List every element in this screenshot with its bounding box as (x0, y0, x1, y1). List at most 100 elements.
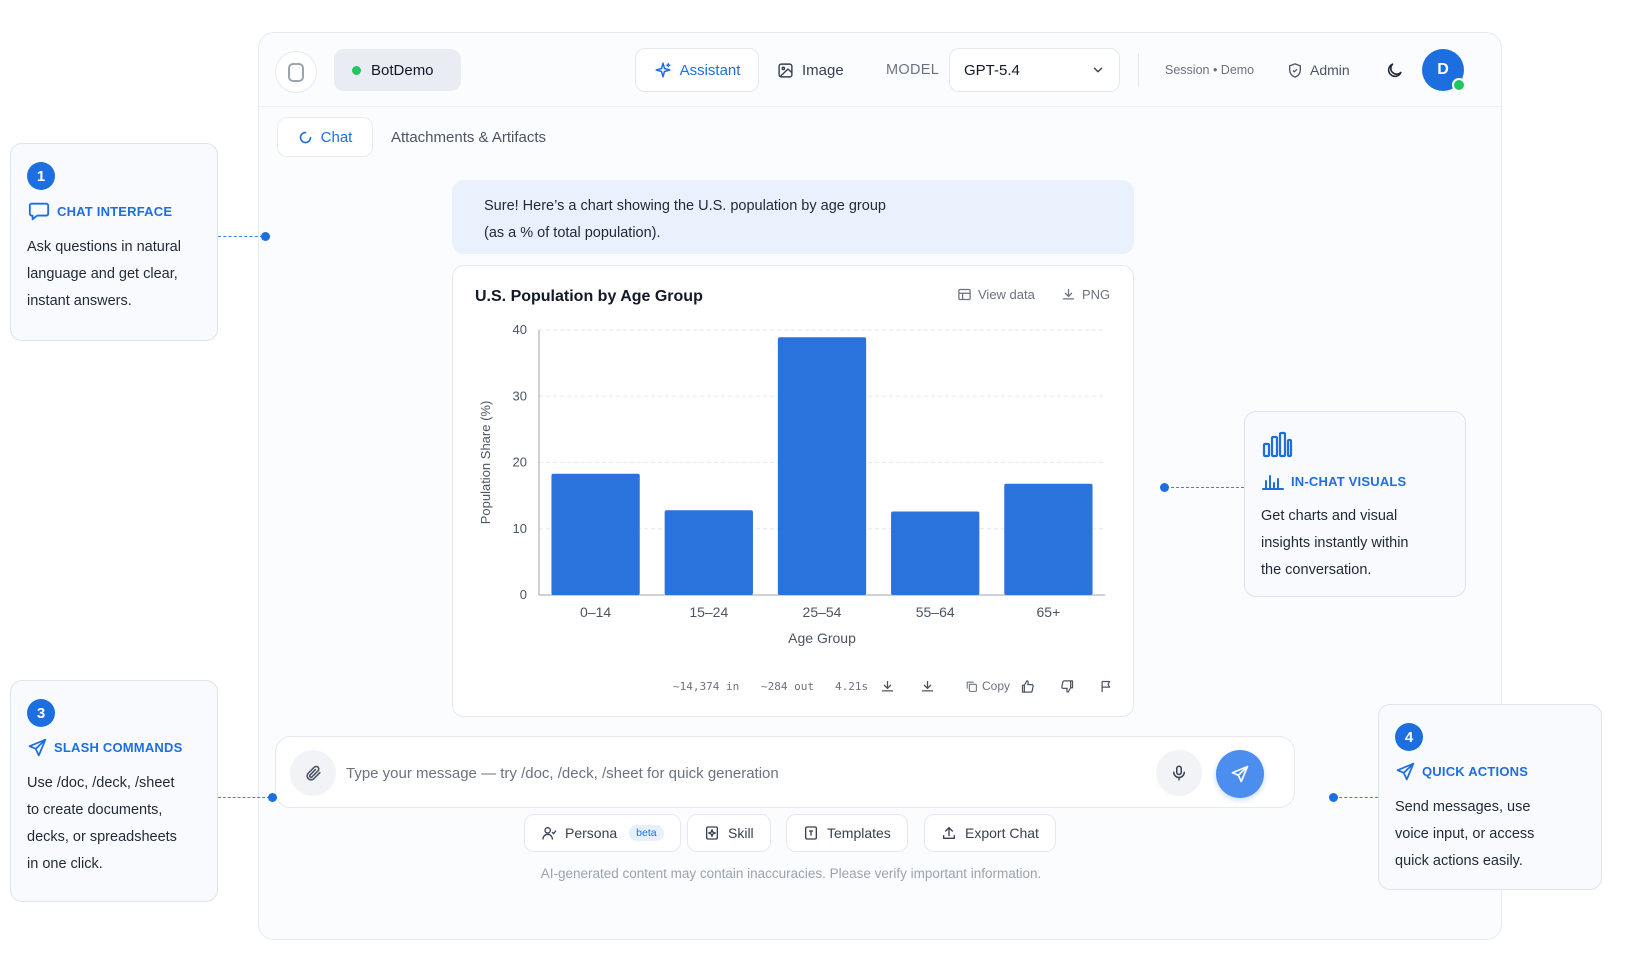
callout-title-text: SLASH COMMANDS (54, 740, 183, 755)
copy-icon (966, 681, 977, 692)
download-response-button[interactable] (877, 676, 897, 696)
download-icon (1062, 288, 1075, 299)
image-icon (778, 62, 793, 78)
callout-in-chat-visuals: IN-CHAT VISUALS Get charts and visual in… (1244, 411, 1466, 597)
copy-button[interactable]: Copy (965, 676, 1010, 696)
tab-assistant[interactable]: Assistant (635, 48, 759, 92)
theme-toggle[interactable] (1379, 48, 1409, 92)
y-tick-label: 20 (513, 455, 527, 470)
connector-line (218, 236, 263, 237)
callout-line: to create documents, (27, 802, 163, 818)
callout-line: Get charts and visual (1261, 508, 1398, 524)
x-axis-label: Age Group (788, 630, 856, 646)
connector-line (1166, 487, 1244, 488)
panel-icon (288, 62, 304, 82)
x-tick-label: 55–64 (916, 604, 955, 620)
download-file-button[interactable] (917, 676, 937, 696)
callout-description: Send messages, use voice input, or acces… (1395, 794, 1585, 875)
x-tick-label: 0–14 (580, 604, 611, 620)
bot-name: BotDemo (371, 61, 434, 79)
tab-chat[interactable]: Chat (277, 117, 373, 157)
send-icon (28, 738, 47, 757)
callout-line: Ask questions in natural (27, 239, 181, 255)
tokens-in: ~14,374 in (673, 679, 740, 693)
y-tick-label: 10 (513, 521, 527, 536)
skill-icon (706, 826, 718, 840)
thumbs-down-button[interactable] (1057, 676, 1077, 696)
session-label: Session • Demo (1165, 63, 1255, 77)
callout-title-text: QUICK ACTIONS (1422, 764, 1529, 779)
message-input[interactable] (346, 759, 1146, 787)
upload-icon (943, 827, 955, 839)
chart-card: 0 10 20 30 40 0–14 15–24 25–54 55–64 65+ Age Group… (452, 265, 1134, 717)
status-dot (352, 65, 361, 75)
bar (777, 337, 867, 595)
callout-description: Ask questions in natural language and ge… (27, 234, 201, 315)
y-tick-label: 40 (513, 322, 527, 337)
y-tick-label: 30 (513, 388, 527, 403)
callout-title: CHAT INTERFACE (27, 200, 201, 222)
moon-icon (1387, 62, 1402, 77)
attach-button[interactable] (290, 750, 336, 796)
connector-dot (268, 793, 277, 802)
bot-selector[interactable]: BotDemo (334, 49, 461, 91)
callout-line: in one click. (27, 856, 103, 872)
export-label: Export Chat (965, 825, 1039, 841)
callout-description: Get charts and visual insights instantly… (1261, 503, 1449, 584)
send-icon (1396, 762, 1415, 781)
y-axis-label: Population Share (%) (478, 401, 493, 525)
connector-dot (1329, 793, 1338, 802)
bar-chart: 0 10 20 30 40 0–14 15–24 25–54 55–64 65+ Age Group… (478, 322, 1105, 646)
flag-icon (1101, 680, 1110, 692)
skill-button[interactable]: Skill (687, 814, 771, 852)
png-download-button[interactable]: PNG (1061, 284, 1110, 304)
message-line-2: (as a % of total population). (484, 225, 661, 241)
connector-line (218, 797, 270, 798)
callout-description: Use /doc, /deck, /sheet to create docume… (27, 770, 201, 878)
skill-label: Skill (728, 825, 754, 841)
tab-attachments[interactable]: Attachments & Artifacts (391, 117, 546, 157)
callout-title-text: IN-CHAT VISUALS (1291, 473, 1407, 489)
bar (664, 510, 753, 595)
callout-chat-interface: 1 CHAT INTERFACE Ask questions in natura… (10, 143, 218, 341)
x-tick-label: 25–54 (803, 604, 842, 620)
model-label: MODEL (886, 62, 940, 78)
online-indicator (1452, 78, 1466, 92)
microphone-icon (1173, 765, 1185, 781)
template-icon (805, 826, 817, 840)
callout-line: instant answers. (27, 293, 132, 309)
admin-link[interactable]: Admin (1287, 48, 1350, 92)
avatar-initial: D (1437, 61, 1449, 78)
flag-button[interactable] (1096, 676, 1116, 696)
view-data-button[interactable]: View data (957, 284, 1035, 304)
thumbs-up-button[interactable] (1017, 676, 1037, 696)
callout-line: decks, or spreadsheets (27, 829, 177, 845)
callout-title: SLASH COMMANDS (27, 737, 201, 758)
chevron-down-icon (1093, 67, 1103, 73)
tab-image[interactable]: Image (777, 48, 844, 92)
tokens-out: ~284 out (761, 679, 814, 693)
chart-title: U.S. Population by Age Group (475, 288, 703, 305)
model-select[interactable]: GPT-5.4 (949, 48, 1120, 92)
beta-badge: beta (629, 825, 664, 841)
view-data-label: View data (978, 286, 1035, 302)
avatar[interactable]: D (1422, 49, 1466, 92)
table-icon (958, 288, 971, 300)
top-bar: BotDemo Assistant Image MODEL GPT-5.4 Se… (259, 33, 1501, 107)
callout-title: QUICK ACTIONS (1395, 761, 1585, 782)
voice-input-button[interactable] (1156, 750, 1202, 796)
png-label: PNG (1082, 286, 1111, 302)
export-chat-button[interactable]: Export Chat (924, 814, 1056, 852)
thumbs-up-icon (1021, 679, 1034, 693)
callout-line: insights instantly within (1261, 535, 1409, 551)
disclaimer: AI-generated content may contain inaccur… (540, 866, 1042, 881)
callout-title: IN-CHAT VISUALS (1261, 471, 1449, 491)
copy-label: Copy (982, 679, 1011, 693)
chat-bubble-icon (28, 202, 50, 221)
user-icon (542, 827, 557, 840)
connector-line (1334, 797, 1378, 798)
templates-button[interactable]: Templates (786, 814, 908, 852)
send-button[interactable] (1216, 750, 1264, 798)
sidebar-toggle-button[interactable] (275, 51, 317, 93)
persona-button[interactable]: Persona beta (524, 814, 681, 852)
